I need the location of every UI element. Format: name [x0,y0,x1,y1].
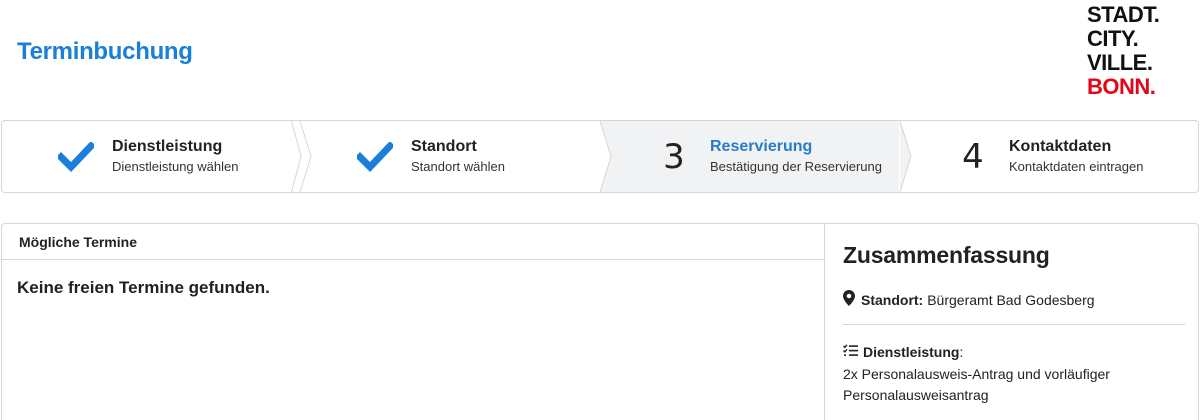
summary-service: Dienstleistung: [843,344,963,360]
step-name: Standort [411,138,477,155]
logo-line-2: CITY. [1087,26,1139,51]
summary-section: Zusammenfassung Standort: Bürgeramt Bad … [826,224,1198,420]
appointments-section: Mögliche Termine Keine freien Termine ge… [2,224,825,420]
step-number: 3 [663,137,685,177]
summary-location: Standort: Bürgeramt Bad Godesberg [843,290,1095,309]
progress-steps: Dienstleistung Dienstleistung wählen Sta… [1,120,1199,193]
check-icon [357,139,393,175]
logo-line-4: BONN. [1087,74,1156,99]
page-title: Terminbuchung [17,38,193,65]
step-name: Reservierung [710,138,813,155]
step-number: 4 [962,137,984,177]
step-dienstleistung[interactable]: Dienstleistung Dienstleistung wählen [2,121,302,192]
step-description: Bestätigung der Reservierung [710,159,882,174]
location-label: Standort: [861,291,924,308]
list-check-icon [843,344,858,360]
step-description: Dienstleistung wählen [112,159,239,174]
appointments-heading: Mögliche Termine [2,224,824,260]
step-kontaktdaten[interactable]: 4 Kontaktdaten Kontaktdaten eintragen [899,121,1198,192]
step-description: Kontaktdaten eintragen [1009,159,1144,174]
city-logo[interactable]: STADT. CITY. VILLE. BONN. [1087,2,1160,99]
header: Terminbuchung STADT. CITY. VILLE. BONN. [0,0,1200,110]
step-standort[interactable]: Standort Standort wählen [301,121,600,192]
service-value: 2x Personalausweis-Antrag und vorläufige… [843,366,1110,403]
step-name: Dienstleistung [112,138,223,155]
logo-line-1: STADT. [1087,2,1160,27]
step-name: Kontaktdaten [1009,138,1112,155]
step-separator [291,121,302,192]
logo-line-3: VILLE. [1087,50,1153,75]
no-appointments-message: Keine freien Termine gefunden. [17,278,270,297]
map-marker-icon [843,290,855,309]
step-description: Standort wählen [411,159,505,174]
step-reservierung[interactable]: 3 Reservierung Bestätigung der Reservier… [600,121,899,192]
service-label: Dienstleistung [863,344,960,360]
service-label-colon: : [959,344,964,360]
booking-panel: Mögliche Termine Keine freien Termine ge… [1,223,1199,420]
check-icon [58,139,94,175]
summary-title: Zusammenfassung [843,242,1050,268]
location-value: Bürgeramt Bad Godesberg [927,291,1095,308]
summary-divider [843,324,1185,325]
